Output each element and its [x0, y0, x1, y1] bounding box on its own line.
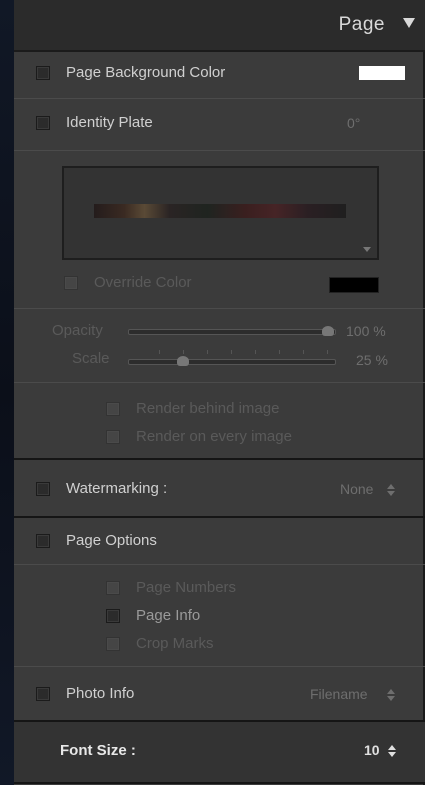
font-size-label: Font Size : — [60, 742, 136, 759]
opacity-slider-track[interactable] — [128, 329, 336, 335]
render-every-row: Render on every image — [14, 422, 425, 450]
render-every-checkbox[interactable] — [106, 430, 120, 444]
page-panel: Page Page Background Color Identity Plat… — [14, 0, 425, 785]
watermarking-label: Watermarking : — [66, 480, 168, 497]
page-numbers-checkbox[interactable] — [106, 581, 120, 595]
crop-marks-row: Crop Marks — [14, 630, 425, 658]
identity-plate-checkbox[interactable] — [36, 116, 50, 130]
page-background-row: Page Background Color — [14, 52, 425, 96]
render-behind-label: Render behind image — [136, 400, 280, 417]
page-background-checkbox[interactable] — [36, 66, 50, 80]
panel-header[interactable]: Page — [14, 0, 425, 52]
section-divider — [14, 782, 425, 784]
scale-slider-ticks — [159, 350, 337, 354]
override-color-checkbox[interactable] — [64, 276, 78, 290]
render-behind-row: Render behind image — [14, 394, 425, 422]
identity-plate-row: Identity Plate 0° — [14, 100, 425, 148]
page-numbers-label: Page Numbers — [136, 579, 237, 596]
page-options-checkbox[interactable] — [36, 534, 50, 548]
page-info-label: Page Info — [136, 607, 201, 624]
scale-slider-thumb[interactable] — [176, 356, 189, 366]
identity-plate-rotation[interactable]: 0° — [347, 115, 360, 131]
photo-info-label: Photo Info — [66, 685, 135, 702]
photo-info-checkbox[interactable] — [36, 687, 50, 701]
watermarking-value[interactable]: None — [340, 481, 373, 497]
override-color-label: Override Color — [94, 274, 192, 291]
font-size-row: Font Size : 10 — [14, 722, 425, 782]
opacity-value[interactable]: 100 % — [346, 323, 386, 339]
section-divider — [14, 516, 425, 518]
identity-plate-label: Identity Plate — [66, 114, 153, 131]
plate-menu-arrow-icon[interactable] — [363, 247, 371, 252]
scale-row: Scale 25 % — [14, 346, 425, 374]
photo-info-row: Photo Info Filename — [14, 670, 425, 720]
watermarking-checkbox[interactable] — [36, 482, 50, 496]
scale-label: Scale — [72, 350, 110, 367]
divider — [14, 564, 425, 565]
opacity-slider-thumb[interactable] — [322, 326, 334, 336]
override-color-swatch[interactable] — [329, 277, 379, 293]
page-info-row: Page Info — [14, 602, 425, 630]
page-info-checkbox[interactable] — [106, 609, 120, 623]
scale-slider-track[interactable] — [128, 359, 336, 365]
photo-info-value[interactable]: Filename — [310, 686, 368, 702]
divider — [14, 98, 425, 99]
section-divider — [14, 458, 425, 460]
identity-plate-preview[interactable] — [62, 166, 379, 260]
watermarking-row: Watermarking : None — [14, 462, 425, 516]
opacity-label: Opacity — [52, 322, 103, 339]
page-numbers-row: Page Numbers — [14, 574, 425, 602]
render-every-label: Render on every image — [136, 428, 292, 445]
font-size-value[interactable]: 10 — [364, 742, 380, 758]
window-background: Page Page Background Color Identity Plat… — [0, 0, 425, 785]
page-background-label: Page Background Color — [66, 64, 226, 81]
font-size-stepper-icon[interactable] — [388, 745, 396, 757]
page-background-color-swatch[interactable] — [359, 66, 405, 80]
scale-value[interactable]: 25 % — [356, 352, 388, 368]
divider — [14, 666, 425, 667]
page-options-row: Page Options — [14, 520, 425, 564]
page-options-label: Page Options — [66, 532, 157, 549]
divider — [14, 150, 425, 151]
panel-title: Page — [338, 14, 385, 35]
watermarking-stepper-icon[interactable] — [387, 484, 395, 496]
divider — [14, 308, 425, 309]
photo-info-stepper-icon[interactable] — [387, 689, 395, 701]
opacity-row: Opacity 100 % — [14, 318, 425, 344]
collapse-triangle-icon[interactable] — [403, 18, 415, 28]
override-color-row: Override Color — [14, 266, 425, 302]
identity-plate-image — [94, 204, 346, 218]
divider — [14, 382, 425, 383]
crop-marks-label: Crop Marks — [136, 635, 214, 652]
render-behind-checkbox[interactable] — [106, 402, 120, 416]
crop-marks-checkbox[interactable] — [106, 637, 120, 651]
